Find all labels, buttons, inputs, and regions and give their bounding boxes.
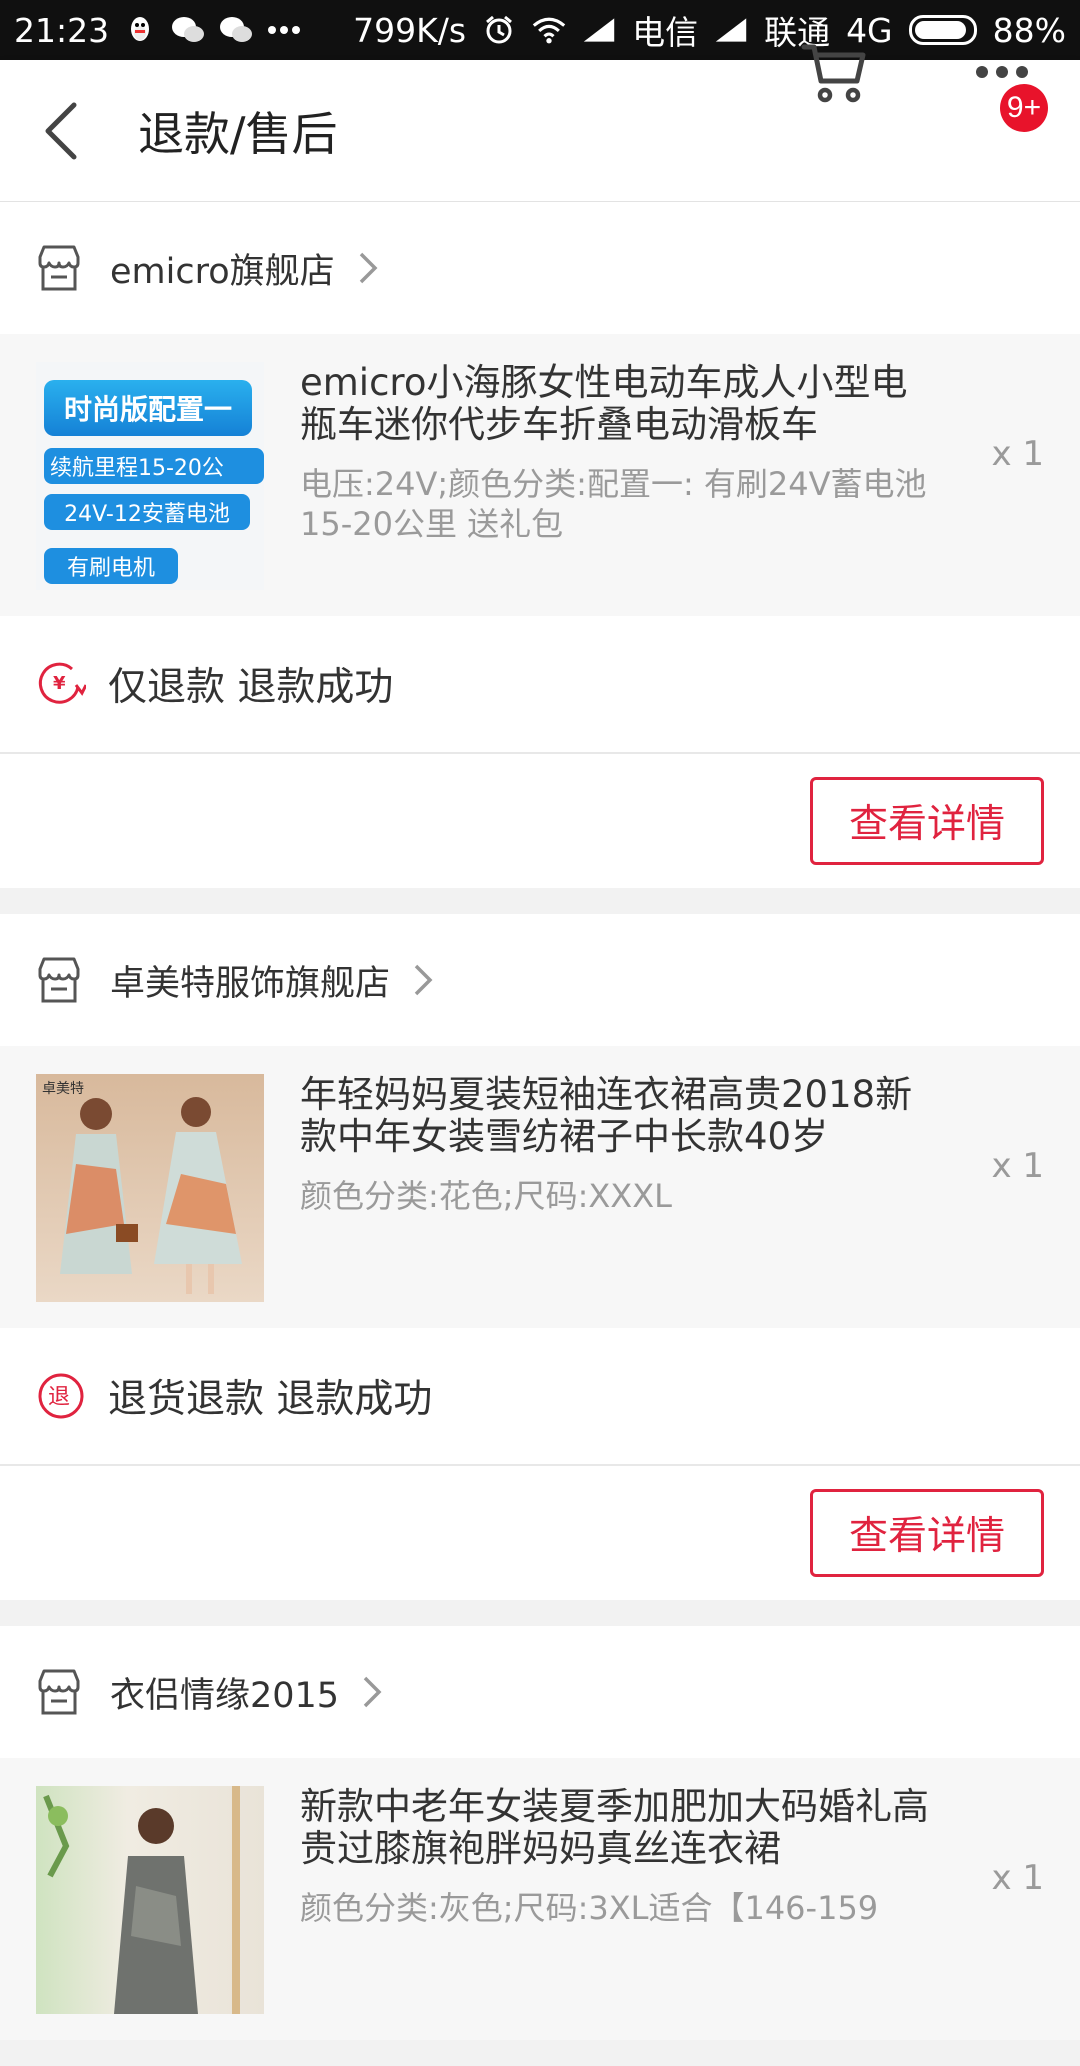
return-refund-icon: 退 [38, 1373, 84, 1419]
notification-badge: 9+ [1000, 84, 1048, 132]
product-title: 新款中老年女装夏季加肥加大码婚礼高贵过膝旗袍胖妈妈真丝连衣裙 [300, 1785, 929, 1870]
product-quantity: x 1 [991, 1146, 1044, 1186]
refund-card: 衣侣情缘2015 新款中老年女装夏季加肥加大码婚礼高贵过膝旗袍胖妈妈真丝连衣裙 … [0, 1626, 1080, 2040]
product-title: 年轻妈妈夏装短袖连衣裙高贵2018新款中年女装雪纺裙子中长款40岁 [300, 1073, 913, 1158]
product-thumbnail [36, 1786, 264, 2014]
action-row: 查看详情 [0, 1466, 1080, 1600]
product-thumbnail: 卓美特 [36, 1074, 264, 1302]
product-row[interactable]: 卓美特 年轻妈妈夏装短袖连衣裙高贵2018新款中年女装雪纺裙子中长款40岁 颜色… [0, 1046, 1080, 1328]
status-bar: 21:23 799K/s 电信 联通 4G 88% [0, 0, 1080, 60]
alarm-icon [482, 13, 516, 47]
thumb-label: 24V-12安蓄电池 [44, 494, 250, 530]
signal-icon-2 [714, 13, 748, 47]
product-row[interactable]: 新款中老年女装夏季加肥加大码婚礼高贵过膝旗袍胖妈妈真丝连衣裙 颜色分类:灰色;尺… [0, 1758, 1080, 2040]
back-button[interactable] [40, 60, 130, 202]
shop-name: 衣侣情缘2015 [110, 1675, 340, 1716]
clock: 21:23 [14, 10, 110, 50]
refund-list: emicro旗舰店 时尚版配置一 续航里程15-20公 24V-12安蓄电池 有… [0, 202, 1080, 2066]
signal-icon [582, 13, 616, 47]
page-title: 退款/售后 [138, 106, 338, 161]
shop-row[interactable]: 衣侣情缘2015 [0, 1626, 1080, 1758]
refund-card: emicro旗舰店 时尚版配置一 续航里程15-20公 24V-12安蓄电池 有… [0, 202, 1080, 888]
wechat-icon [171, 13, 205, 47]
action-row: 查看详情 [0, 754, 1080, 888]
shop-row[interactable]: 卓美特服饰旗舰店 [0, 914, 1080, 1046]
shop-name: emicro旗舰店 [110, 251, 335, 292]
product-thumbnail: 时尚版配置一 续航里程15-20公 24V-12安蓄电池 有刷电机 [36, 362, 264, 590]
qq-icon [123, 13, 157, 47]
qipao-photo [43, 1786, 240, 2014]
thumb-brand: 卓美特 [42, 1081, 84, 1097]
view-details-button[interactable]: 查看详情 [810, 777, 1044, 865]
app-header: 退款/售后 [0, 60, 1080, 202]
product-quantity: x 1 [991, 1858, 1044, 1898]
product-spec: 电压:24V;颜色分类:配置一: 有刷24V蓄电池 15-20公里 送礼包 [300, 465, 927, 543]
back-arrow-icon [45, 102, 77, 159]
product-title: emicro小海豚女性电动车成人小型电瓶车迷你代步车折叠电动滑板车 [300, 361, 908, 446]
thumb-label: 时尚版配置一 [44, 380, 252, 436]
thumb-label: 续航里程15-20公 [44, 448, 264, 484]
shop-row[interactable]: emicro旗舰店 [0, 202, 1080, 334]
wechat-icon-2 [219, 13, 253, 47]
chevron-right-icon [359, 252, 378, 284]
wifi-icon [532, 13, 566, 47]
network-speed: 799K/s [353, 10, 467, 50]
dress-photo [60, 1097, 242, 1294]
refund-card: 卓美特服饰旗舰店 卓美特 年轻妈妈夏装短袖连衣裙高贵2018新款中年女装雪纺裙子… [0, 914, 1080, 1600]
shop-name: 卓美特服饰旗舰店 [110, 963, 391, 1004]
chevron-right-icon [363, 1676, 382, 1708]
refund-status-row: ¥ 仅退款 退款成功 [0, 616, 1080, 754]
product-spec: 颜色分类:花色;尺码:XXXL [300, 1177, 672, 1215]
refund-status-row: 退 退货退款 退款成功 [0, 1328, 1080, 1466]
shop-icon [38, 245, 80, 291]
refund-yen-icon: ¥ [38, 662, 86, 704]
carrier-1: 电信 [632, 13, 699, 52]
product-spec: 颜色分类:灰色;尺码:3XL适合【146-159 [300, 1889, 879, 1927]
product-row[interactable]: 时尚版配置一 续航里程15-20公 24V-12安蓄电池 有刷电机 emicro… [0, 334, 1080, 616]
shop-icon [38, 957, 80, 1003]
thumb-label: 有刷电机 [44, 548, 178, 584]
refund-status: 退货退款 退款成功 [108, 1377, 433, 1422]
shop-icon [38, 1669, 80, 1715]
refund-status: 仅退款 退款成功 [108, 665, 394, 710]
cart-icon [801, 44, 866, 103]
svg-text:退: 退 [48, 1385, 70, 1410]
chevron-right-icon [414, 964, 433, 996]
more-notifications-icon [267, 13, 301, 47]
more-dots-icon [976, 66, 1028, 78]
product-quantity: x 1 [991, 434, 1044, 474]
view-details-button[interactable]: 查看详情 [810, 1489, 1044, 1577]
cart-button[interactable] [792, 30, 876, 114]
svg-text:¥: ¥ [53, 673, 66, 694]
